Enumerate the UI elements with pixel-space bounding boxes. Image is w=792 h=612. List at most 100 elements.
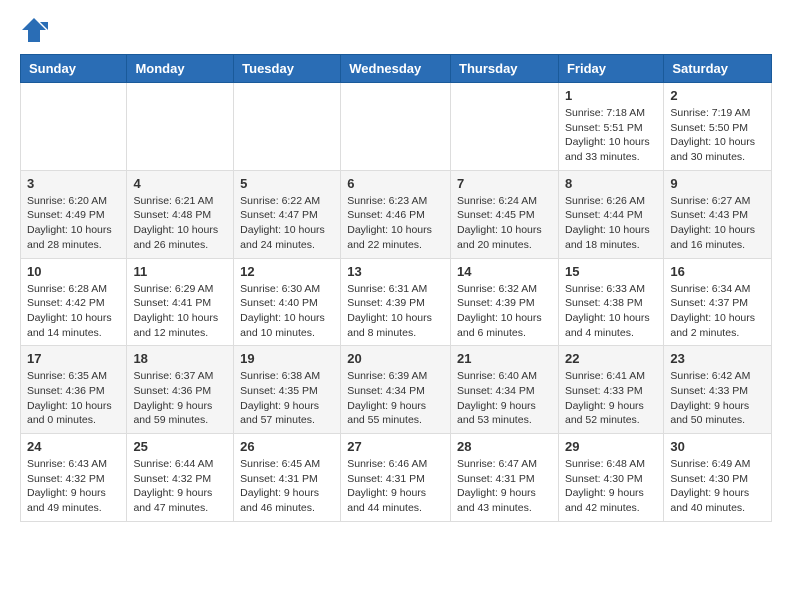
calendar-cell <box>234 83 341 171</box>
day-header-thursday: Thursday <box>451 55 559 83</box>
calendar-cell: 17 Sunrise: 6:35 AMSunset: 4:36 PMDayligh… <box>21 346 127 434</box>
calendar-cell: 26 Sunrise: 6:45 AMSunset: 4:31 PMDayligh… <box>234 434 341 522</box>
calendar-cell: 27 Sunrise: 6:46 AMSunset: 4:31 PMDayligh… <box>341 434 451 522</box>
day-info: Sunrise: 6:48 AMSunset: 4:30 PMDaylight:… <box>565 457 657 516</box>
day-number: 7 <box>457 176 552 191</box>
day-info: Sunrise: 6:21 AMSunset: 4:48 PMDaylight:… <box>133 194 227 253</box>
day-info: Sunrise: 6:45 AMSunset: 4:31 PMDaylight:… <box>240 457 334 516</box>
day-number: 12 <box>240 264 334 279</box>
calendar: SundayMondayTuesdayWednesdayThursdayFrid… <box>20 54 772 522</box>
calendar-cell: 20Sunrise: 6:39 AMSunset: 4:34 PMDayligh… <box>341 346 451 434</box>
day-info: Sunrise: 6:28 AMSunset: 4:42 PMDaylight:… <box>27 282 120 341</box>
day-number: 29 <box>565 439 657 454</box>
day-info: Sunrise: 6:49 AMSunset: 4:30 PMDaylight:… <box>670 457 765 516</box>
day-number: 22 <box>565 351 657 366</box>
day-number: 6 <box>347 176 444 191</box>
calendar-cell: 6 Sunrise: 6:23 AMSunset: 4:46 PMDaylight… <box>341 170 451 258</box>
calendar-cell: 16 Sunrise: 6:34 AMSunset: 4:37 PMDayligh… <box>664 258 772 346</box>
day-number: 21 <box>457 351 552 366</box>
calendar-cell: 4 Sunrise: 6:21 AMSunset: 4:48 PMDaylight… <box>127 170 234 258</box>
day-info: Sunrise: 6:31 AMSunset: 4:39 PMDaylight:… <box>347 282 444 341</box>
day-header-saturday: Saturday <box>664 55 772 83</box>
day-info: Sunrise: 6:43 AMSunset: 4:32 PMDaylight:… <box>27 457 120 516</box>
day-number: 9 <box>670 176 765 191</box>
calendar-cell: 12 Sunrise: 6:30 AMSunset: 4:40 PMDayligh… <box>234 258 341 346</box>
day-number: 30 <box>670 439 765 454</box>
day-info: Sunrise: 6:24 AMSunset: 4:45 PMDaylight:… <box>457 194 552 253</box>
day-info: Sunrise: 6:35 AMSunset: 4:36 PMDaylight:… <box>27 369 120 428</box>
day-info: Sunrise: 6:26 AMSunset: 4:44 PMDaylight:… <box>565 194 657 253</box>
day-number: 25 <box>133 439 227 454</box>
day-number: 15 <box>565 264 657 279</box>
calendar-cell: 3 Sunrise: 6:20 AMSunset: 4:49 PMDaylight… <box>21 170 127 258</box>
day-header-tuesday: Tuesday <box>234 55 341 83</box>
day-info: Sunrise: 6:38 AMSunset: 4:35 PMDaylight:… <box>240 369 334 428</box>
day-info: Sunrise: 6:41 AMSunset: 4:33 PMDaylight:… <box>565 369 657 428</box>
day-info: Sunrise: 6:33 AMSunset: 4:38 PMDaylight:… <box>565 282 657 341</box>
day-info: Sunrise: 6:30 AMSunset: 4:40 PMDaylight:… <box>240 282 334 341</box>
calendar-cell: 13 Sunrise: 6:31 AMSunset: 4:39 PMDayligh… <box>341 258 451 346</box>
calendar-cell: 9 Sunrise: 6:27 AMSunset: 4:43 PMDaylight… <box>664 170 772 258</box>
calendar-cell <box>451 83 559 171</box>
calendar-cell: 30 Sunrise: 6:49 AMSunset: 4:30 PMDayligh… <box>664 434 772 522</box>
day-header-friday: Friday <box>558 55 663 83</box>
day-number: 17 <box>27 351 120 366</box>
calendar-cell: 10 Sunrise: 6:28 AMSunset: 4:42 PMDayligh… <box>21 258 127 346</box>
day-number: 13 <box>347 264 444 279</box>
week-row-1: 1Sunrise: 7:18 AMSunset: 5:51 PMDaylight… <box>21 83 772 171</box>
day-info: Sunrise: 6:47 AMSunset: 4:31 PMDaylight:… <box>457 457 552 516</box>
calendar-cell: 2 Sunrise: 7:19 AMSunset: 5:50 PMDaylight… <box>664 83 772 171</box>
calendar-cell: 5Sunrise: 6:22 AMSunset: 4:47 PMDaylight… <box>234 170 341 258</box>
logo <box>20 16 52 44</box>
day-number: 16 <box>670 264 765 279</box>
day-number: 3 <box>27 176 120 191</box>
day-info: Sunrise: 7:19 AMSunset: 5:50 PMDaylight:… <box>670 106 765 165</box>
day-info: Sunrise: 6:46 AMSunset: 4:31 PMDaylight:… <box>347 457 444 516</box>
week-row-2: 3 Sunrise: 6:20 AMSunset: 4:49 PMDaylight… <box>21 170 772 258</box>
calendar-cell: 28 Sunrise: 6:47 AMSunset: 4:31 PMDayligh… <box>451 434 559 522</box>
calendar-cell <box>21 83 127 171</box>
calendar-cell <box>341 83 451 171</box>
week-row-5: 24 Sunrise: 6:43 AMSunset: 4:32 PMDayligh… <box>21 434 772 522</box>
calendar-cell: 21 Sunrise: 6:40 AMSunset: 4:34 PMDayligh… <box>451 346 559 434</box>
day-number: 10 <box>27 264 120 279</box>
day-info: Sunrise: 7:18 AMSunset: 5:51 PMDaylight:… <box>565 106 657 165</box>
calendar-cell: 15 Sunrise: 6:33 AMSunset: 4:38 PMDayligh… <box>558 258 663 346</box>
day-header-monday: Monday <box>127 55 234 83</box>
day-number: 4 <box>133 176 227 191</box>
day-number: 14 <box>457 264 552 279</box>
day-info: Sunrise: 6:42 AMSunset: 4:33 PMDaylight:… <box>670 369 765 428</box>
day-info: Sunrise: 6:20 AMSunset: 4:49 PMDaylight:… <box>27 194 120 253</box>
day-info: Sunrise: 6:40 AMSunset: 4:34 PMDaylight:… <box>457 369 552 428</box>
calendar-cell: 1Sunrise: 7:18 AMSunset: 5:51 PMDaylight… <box>558 83 663 171</box>
day-number: 20 <box>347 351 444 366</box>
calendar-header-row: SundayMondayTuesdayWednesdayThursdayFrid… <box>21 55 772 83</box>
calendar-cell: 23Sunrise: 6:42 AMSunset: 4:33 PMDayligh… <box>664 346 772 434</box>
day-number: 11 <box>133 264 227 279</box>
day-number: 8 <box>565 176 657 191</box>
day-info: Sunrise: 6:37 AMSunset: 4:36 PMDaylight:… <box>133 369 227 428</box>
calendar-cell: 25Sunrise: 6:44 AMSunset: 4:32 PMDayligh… <box>127 434 234 522</box>
calendar-cell: 19 Sunrise: 6:38 AMSunset: 4:35 PMDayligh… <box>234 346 341 434</box>
day-header-sunday: Sunday <box>21 55 127 83</box>
calendar-cell: 11 Sunrise: 6:29 AMSunset: 4:41 PMDayligh… <box>127 258 234 346</box>
header <box>20 16 772 44</box>
day-info: Sunrise: 6:23 AMSunset: 4:46 PMDaylight:… <box>347 194 444 253</box>
day-number: 28 <box>457 439 552 454</box>
day-info: Sunrise: 6:27 AMSunset: 4:43 PMDaylight:… <box>670 194 765 253</box>
calendar-cell: 29 Sunrise: 6:48 AMSunset: 4:30 PMDayligh… <box>558 434 663 522</box>
day-number: 2 <box>670 88 765 103</box>
day-number: 19 <box>240 351 334 366</box>
day-info: Sunrise: 6:34 AMSunset: 4:37 PMDaylight:… <box>670 282 765 341</box>
day-number: 27 <box>347 439 444 454</box>
logo-icon <box>20 16 48 44</box>
day-info: Sunrise: 6:32 AMSunset: 4:39 PMDaylight:… <box>457 282 552 341</box>
day-number: 24 <box>27 439 120 454</box>
day-info: Sunrise: 6:29 AMSunset: 4:41 PMDaylight:… <box>133 282 227 341</box>
day-number: 18 <box>133 351 227 366</box>
calendar-cell: 18 Sunrise: 6:37 AMSunset: 4:36 PMDayligh… <box>127 346 234 434</box>
week-row-4: 17 Sunrise: 6:35 AMSunset: 4:36 PMDayligh… <box>21 346 772 434</box>
day-number: 26 <box>240 439 334 454</box>
calendar-cell: 22 Sunrise: 6:41 AMSunset: 4:33 PMDayligh… <box>558 346 663 434</box>
calendar-cell: 14 Sunrise: 6:32 AMSunset: 4:39 PMDayligh… <box>451 258 559 346</box>
